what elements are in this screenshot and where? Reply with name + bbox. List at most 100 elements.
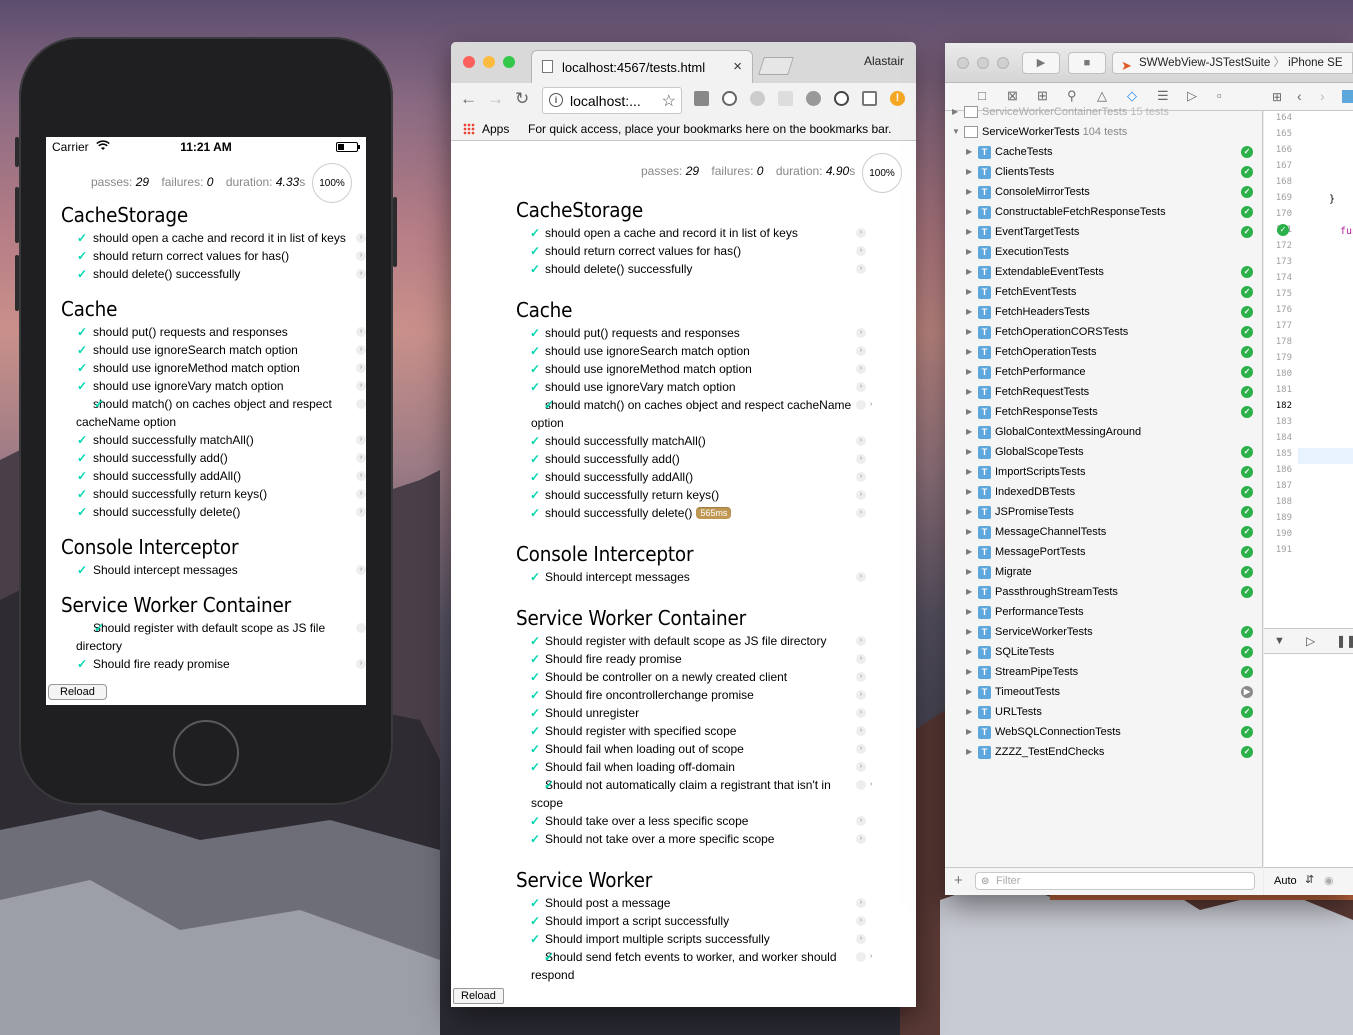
test-passed-icon[interactable]: ✓ (1241, 186, 1253, 198)
test-class-row[interactable]: ▶ T ConstructableFetchResponseTests ✓ (945, 203, 1263, 223)
replay-icon[interactable]: › (856, 400, 872, 410)
cloud-extension-icon[interactable] (806, 91, 821, 106)
reload-button[interactable]: Reload (48, 684, 107, 700)
test-passed-icon[interactable]: ✓ (1241, 386, 1253, 398)
test-item[interactable]: ✓ Should post a message › (516, 894, 866, 912)
disclosure-triangle-icon[interactable]: ▶ (966, 347, 972, 356)
stop-button[interactable]: ■ (1068, 52, 1106, 74)
new-tab-button[interactable] (758, 57, 794, 75)
forward-icon[interactable]: › (1320, 88, 1325, 104)
replay-icon[interactable]: › (856, 572, 866, 582)
test-item[interactable]: ✓ Should fail when loading out of scope › (516, 740, 866, 758)
replay-icon[interactable]: › (356, 399, 366, 409)
test-class-row[interactable]: ▶ T Migrate ✓ (945, 563, 1263, 583)
close-window-button[interactable] (463, 56, 475, 68)
suite-title[interactable]: Console Interceptor (516, 542, 838, 566)
disclosure-triangle-icon[interactable]: ▶ (966, 227, 972, 236)
test-passed-icon[interactable]: ✓ (1241, 486, 1253, 498)
replay-icon[interactable]: › (856, 246, 866, 256)
disclosure-triangle-icon[interactable]: ▶ (966, 207, 972, 216)
replay-icon[interactable]: › (856, 382, 866, 392)
test-class-row[interactable]: ▶ T ConsoleMirrorTests ✓ (945, 183, 1263, 203)
replay-icon[interactable]: › (856, 834, 866, 844)
disclosure-triangle-icon[interactable]: ▶ (966, 287, 972, 296)
test-class-row[interactable]: ▶ T ServiceWorkerTests ✓ (945, 623, 1263, 643)
test-item[interactable]: ✓ should return correct values for has() › (61, 247, 366, 265)
eye-icon[interactable]: ◉ (1324, 874, 1334, 887)
pause-icon[interactable]: ❚❚ (1336, 634, 1353, 648)
run-button[interactable]: ▶ (1022, 52, 1060, 74)
sync-extension-icon[interactable] (834, 91, 849, 106)
test-item[interactable]: ✓ should match() on caches object and res… (61, 395, 366, 431)
test-item[interactable]: ✓ should successfully matchAll() › (516, 432, 866, 450)
test-class-row[interactable]: ▶ T EventTargetTests ✓ (945, 223, 1263, 243)
test-navigator-icon[interactable]: ◇ (1127, 89, 1137, 103)
test-item[interactable]: ✓ Should import multiple scripts successf… (516, 930, 866, 948)
test-pass-diamond-icon[interactable]: ✓ (1277, 224, 1289, 236)
test-passed-icon[interactable]: ✓ (1241, 306, 1253, 318)
suite-title[interactable]: Cache (516, 298, 838, 322)
test-class-row[interactable]: ▶ T MessagePortTests ✓ (945, 543, 1263, 563)
test-class-row[interactable]: ▶ T GlobalScopeTests ✓ (945, 443, 1263, 463)
disclosure-triangle-icon[interactable]: ▶ (966, 247, 972, 256)
test-item[interactable]: ✓ should put() requests and responses › (61, 323, 366, 341)
test-item[interactable]: ✓ should successfully return keys() › (61, 485, 366, 503)
test-passed-icon[interactable]: ✓ (1241, 266, 1253, 278)
test-item[interactable]: ✓ should use ignoreMethod match option › (61, 359, 366, 377)
camera-extension-icon[interactable] (694, 91, 709, 106)
alert-icon[interactable]: ! (890, 91, 905, 106)
test-run-icon[interactable]: ▶ (1241, 686, 1253, 698)
test-item[interactable]: ✓ should successfully add() › (61, 449, 366, 467)
test-class-row[interactable]: ▶ T ClientsTests ✓ (945, 163, 1263, 183)
replay-icon[interactable]: › (856, 636, 866, 646)
test-passed-icon[interactable]: ✓ (1241, 346, 1253, 358)
disclosure-triangle-icon[interactable]: ▶ (966, 627, 972, 636)
disclosure-triangle-icon[interactable]: ▶ (966, 707, 972, 716)
test-item[interactable]: ✓ Should not take over a more specific sc… (516, 830, 866, 848)
replay-icon[interactable]: › (356, 363, 366, 373)
test-item[interactable]: ✓ Should unregister › (516, 704, 866, 722)
test-item[interactable]: ✓ Should register with default scope as J… (516, 632, 866, 650)
disclosure-triangle-icon[interactable]: ▶ (966, 547, 972, 556)
test-passed-icon[interactable]: ✓ (1241, 666, 1253, 678)
disclosure-triangle-icon[interactable]: ▶ (966, 267, 972, 276)
test-passed-icon[interactable]: ✓ (1241, 586, 1253, 598)
test-class-row[interactable]: ▶ T JSPromiseTests ✓ (945, 503, 1263, 523)
test-class-row[interactable]: ▶ T FetchOperationCORSTests ✓ (945, 323, 1263, 343)
replay-icon[interactable]: › (856, 672, 866, 682)
test-class-row[interactable]: ▶ T TimeoutTests ▶ (945, 683, 1263, 703)
test-item[interactable]: ✓ Should send fetch events to worker, and… (516, 948, 872, 984)
suite-title[interactable]: Service Worker (516, 868, 838, 892)
test-class-row[interactable]: ▶ T GlobalContextMessingAround (945, 423, 1263, 443)
test-class-row[interactable]: ▶ T StreamPipeTests ✓ (945, 663, 1263, 683)
test-item[interactable]: ✓ should delete() successfully › (516, 260, 866, 278)
replay-icon[interactable]: › (856, 328, 866, 338)
test-class-row[interactable]: ▶ T URLTests ✓ (945, 703, 1263, 723)
test-item[interactable]: ✓ Should import a script successfully › (516, 912, 866, 930)
apps-grid-icon[interactable] (463, 123, 475, 135)
test-class-row[interactable]: ▶ T ExtendableEventTests ✓ (945, 263, 1263, 283)
disclosure-triangle-icon[interactable]: ▶ (966, 407, 972, 416)
test-bundle-row[interactable]: ▼ ServiceWorkerTests 104 tests (945, 123, 1263, 143)
test-passed-icon[interactable]: ✓ (1241, 646, 1253, 658)
profile-name[interactable]: Alastair (864, 54, 904, 68)
disclosure-triangle-icon[interactable]: ▶ (966, 187, 972, 196)
test-item[interactable]: ✓ Should register with default scope as J… (61, 619, 366, 655)
test-passed-icon[interactable]: ✓ (1241, 746, 1253, 758)
replay-icon[interactable]: › (856, 934, 866, 944)
replay-icon[interactable]: › (856, 490, 866, 500)
auto-selector[interactable]: Auto (1274, 875, 1297, 887)
replay-icon[interactable]: › (856, 228, 866, 238)
breakpoints-toggle-icon[interactable]: ▷ (1306, 634, 1315, 648)
test-item[interactable]: ✓ should successfully return keys() › (516, 486, 866, 504)
test-item[interactable]: ✓ should use ignoreVary match option › (61, 377, 366, 395)
zoom-window-button[interactable] (503, 56, 515, 68)
test-class-row[interactable]: ▶ T IndexedDBTests ✓ (945, 483, 1263, 503)
disclosure-triangle-icon[interactable]: ▶ (966, 327, 972, 336)
apps-link[interactable]: Apps (482, 122, 509, 136)
folder-icon[interactable]: □ (978, 89, 986, 103)
disclosure-triangle-icon[interactable]: ▶ (966, 747, 972, 756)
test-class-row[interactable]: ▶ T FetchRequestTests ✓ (945, 383, 1263, 403)
cast-icon[interactable] (862, 91, 877, 106)
replay-icon[interactable]: › (356, 269, 366, 279)
